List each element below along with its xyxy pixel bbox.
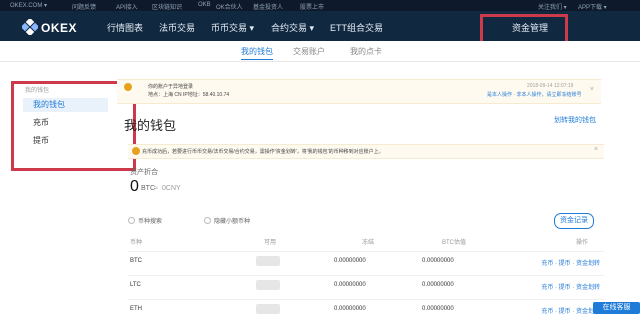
nav-market[interactable]: 行情图表 (107, 21, 143, 34)
brand-name: OKEX (41, 21, 78, 35)
hide-small-label: 隐藏小额币种 (214, 219, 251, 225)
table-row: LTC 0.00000000 0.00000000 充币 · 提币 · 资金划转 (128, 275, 604, 294)
balance-label: 资产折合 (130, 169, 158, 176)
sidebar-item-my-wallet[interactable]: 我的钱包 (23, 98, 108, 112)
top-link-okb[interactable]: OKB (198, 2, 211, 8)
notice-actions[interactable]: 是本人操作 · 非本人操作，请立即冻结账号 (487, 91, 581, 98)
login-notice: 你的账户于异地登录 地点：上海 CN IP地址：58.40.10.74 2018… (117, 79, 601, 104)
filter-row: 币种搜索 隐藏小额币种 资金记录 (128, 210, 604, 230)
header-frozen: 冻结 (362, 240, 375, 246)
online-support-button[interactable]: 在线客服 (593, 302, 640, 314)
transfer-link[interactable]: 划转我的钱包 (554, 115, 596, 125)
header-btc-value: BTC估值 (442, 240, 467, 246)
nav-futures[interactable]: 合约交易 ▾ (271, 21, 314, 34)
table-row: BTC 0.00000000 0.00000000 充币 · 提币 · 资金划转 (128, 251, 604, 270)
nav-funds-management[interactable]: 资金管理 (512, 21, 548, 34)
tab-trading-account[interactable]: 交易账户 (293, 46, 325, 57)
table-header: 币种 可用 冻结 BTC估值 操作 (128, 237, 604, 247)
coin-search-input[interactable]: 币种搜索 (138, 216, 162, 225)
brand-logo[interactable]: OKEX (22, 19, 102, 35)
available-blurred (256, 280, 280, 290)
available-blurred (256, 304, 280, 314)
sidebar-header: 我的钱包 (25, 88, 50, 94)
top-utility-bar: OKEX.COM ▾ 问题反馈 API接入 区块链知识 OKB OK合伙人 基金… (0, 0, 640, 11)
sidebar-item-withdraw[interactable]: 提币 (23, 134, 108, 148)
nav-fiat[interactable]: 法币交易 (159, 21, 195, 34)
row-actions[interactable]: 充币 · 提币 · 资金划转 (541, 258, 600, 267)
balance-value: 0 (130, 178, 139, 195)
records-button[interactable]: 资金记录 (554, 213, 594, 229)
wallet-sidebar: 我的钱包 我的钱包 充币 提币 (13, 82, 108, 154)
balance-unit: BTC (141, 185, 155, 192)
table-row: ETH 0.00000000 0.00000000 充币 · 提币 · 资金划转 (128, 299, 604, 318)
balance-separator: ≈ (154, 185, 158, 192)
header-coin: 币种 (130, 240, 143, 246)
top-link-api[interactable]: API接入 (116, 2, 138, 11)
btc-value: 0.00000000 (422, 306, 454, 312)
notice-location: 地点：上海 CN IP地址：58.40.10.74 (148, 92, 230, 98)
warning-icon (132, 147, 140, 155)
top-link-blockchain[interactable]: 区块链知识 (152, 2, 182, 11)
warning-icon (124, 83, 132, 91)
okex-logo-icon (22, 19, 38, 35)
close-icon[interactable]: × (594, 146, 598, 153)
frozen-value: 0.00000000 (334, 258, 366, 264)
top-link-feedback[interactable]: 问题反馈 (72, 2, 96, 11)
balance-cny: 0CNY (162, 185, 181, 192)
hide-small-checkbox[interactable] (204, 217, 211, 224)
top-link-app[interactable]: APP下载 ▾ (578, 2, 607, 11)
coin-name: BTC (130, 258, 142, 264)
top-link-listing[interactable]: 股票上市 (300, 2, 324, 11)
frozen-value: 0.00000000 (334, 306, 366, 312)
nav-spot[interactable]: 币币交易 ▾ (211, 21, 254, 34)
wallet-subtabs: 我的钱包 交易账户 我的点卡 (0, 41, 640, 62)
top-link-investor[interactable]: 基金投资人 (253, 2, 283, 11)
btc-value: 0.00000000 (422, 258, 454, 264)
nav-ett[interactable]: ETT组合交易 (330, 21, 383, 34)
top-link-follow[interactable]: 关注我们 ▾ (538, 2, 567, 11)
header-available: 可用 (264, 240, 277, 246)
notice-time: 2018-09-14 12:07:19 (527, 83, 574, 89)
frozen-value: 0.00000000 (334, 282, 366, 288)
notice-title: 你的账户于异地登录 (148, 84, 194, 90)
tab-my-wallet[interactable]: 我的钱包 (241, 46, 273, 60)
row-actions[interactable]: 充币 · 提币 · 资金划转 (541, 282, 600, 291)
header-actions: 操作 (576, 240, 589, 246)
search-icon (128, 217, 135, 224)
page-title: 我的钱包 (124, 118, 177, 133)
close-icon[interactable]: × (590, 86, 594, 93)
tab-point-card[interactable]: 我的点卡 (350, 46, 382, 57)
main-navigation: OKEX 行情图表 法币交易 币币交易 ▾ 合约交易 ▾ ETT组合交易 资金管… (0, 11, 640, 41)
btc-value: 0.00000000 (422, 282, 454, 288)
deposit-notice: 充币成功后，若要进行币币交易/法币交易/合约交易，需操作'资金划转'，将'我的钱… (128, 144, 604, 159)
sidebar-item-deposit[interactable]: 充币 (23, 116, 108, 130)
top-link-partner[interactable]: OK合伙人 (216, 2, 243, 11)
available-blurred (256, 256, 280, 266)
deposit-notice-text: 充币成功后，若要进行币币交易/法币交易/合约交易，需操作'资金划转'，将'我的钱… (142, 149, 384, 155)
coin-name: LTC (130, 282, 141, 288)
top-link-site[interactable]: OKEX.COM ▾ (10, 2, 47, 9)
coin-name: ETH (130, 306, 142, 312)
